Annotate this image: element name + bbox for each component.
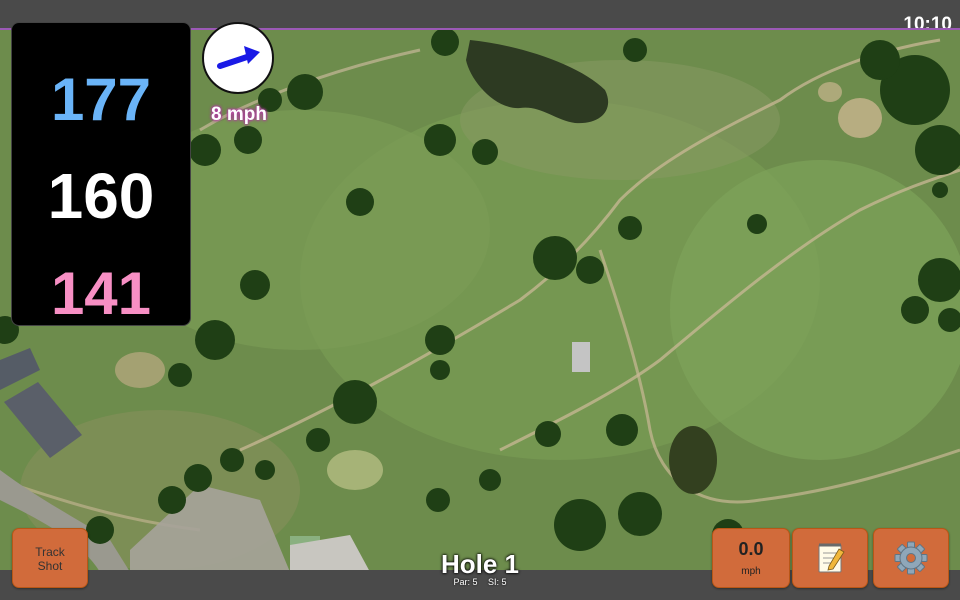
track-shot-button[interactable]: Track Shot	[12, 528, 88, 588]
track-shot-label-line2: Shot	[37, 559, 63, 573]
notepad-icon	[818, 543, 845, 573]
middle-distance: 160	[47, 160, 155, 232]
hole-stroke-index: SI: 5	[488, 577, 507, 587]
wind-direction-arrow-icon	[217, 46, 260, 69]
settings-button[interactable]	[873, 528, 949, 588]
gear-icon	[894, 541, 928, 575]
speed-value: 0.0	[738, 539, 764, 559]
wind-speed-label: 8 mph	[211, 104, 267, 125]
hole-title: Hole 1	[440, 549, 520, 579]
back-distance: 177	[50, 66, 152, 133]
distance-panel: 177 160 141	[11, 22, 191, 327]
track-shot-label-line1: Track	[35, 545, 65, 559]
hole-par: Par: 5	[453, 577, 478, 587]
notes-button[interactable]	[792, 528, 868, 588]
speed-unit: mph	[741, 566, 761, 577]
front-distance: 141	[50, 260, 152, 327]
wind-indicator[interactable]	[202, 22, 274, 94]
speed-button[interactable]: 0.0 mph	[712, 528, 790, 588]
hole-info: Par: 5 SI: 5	[380, 577, 580, 587]
